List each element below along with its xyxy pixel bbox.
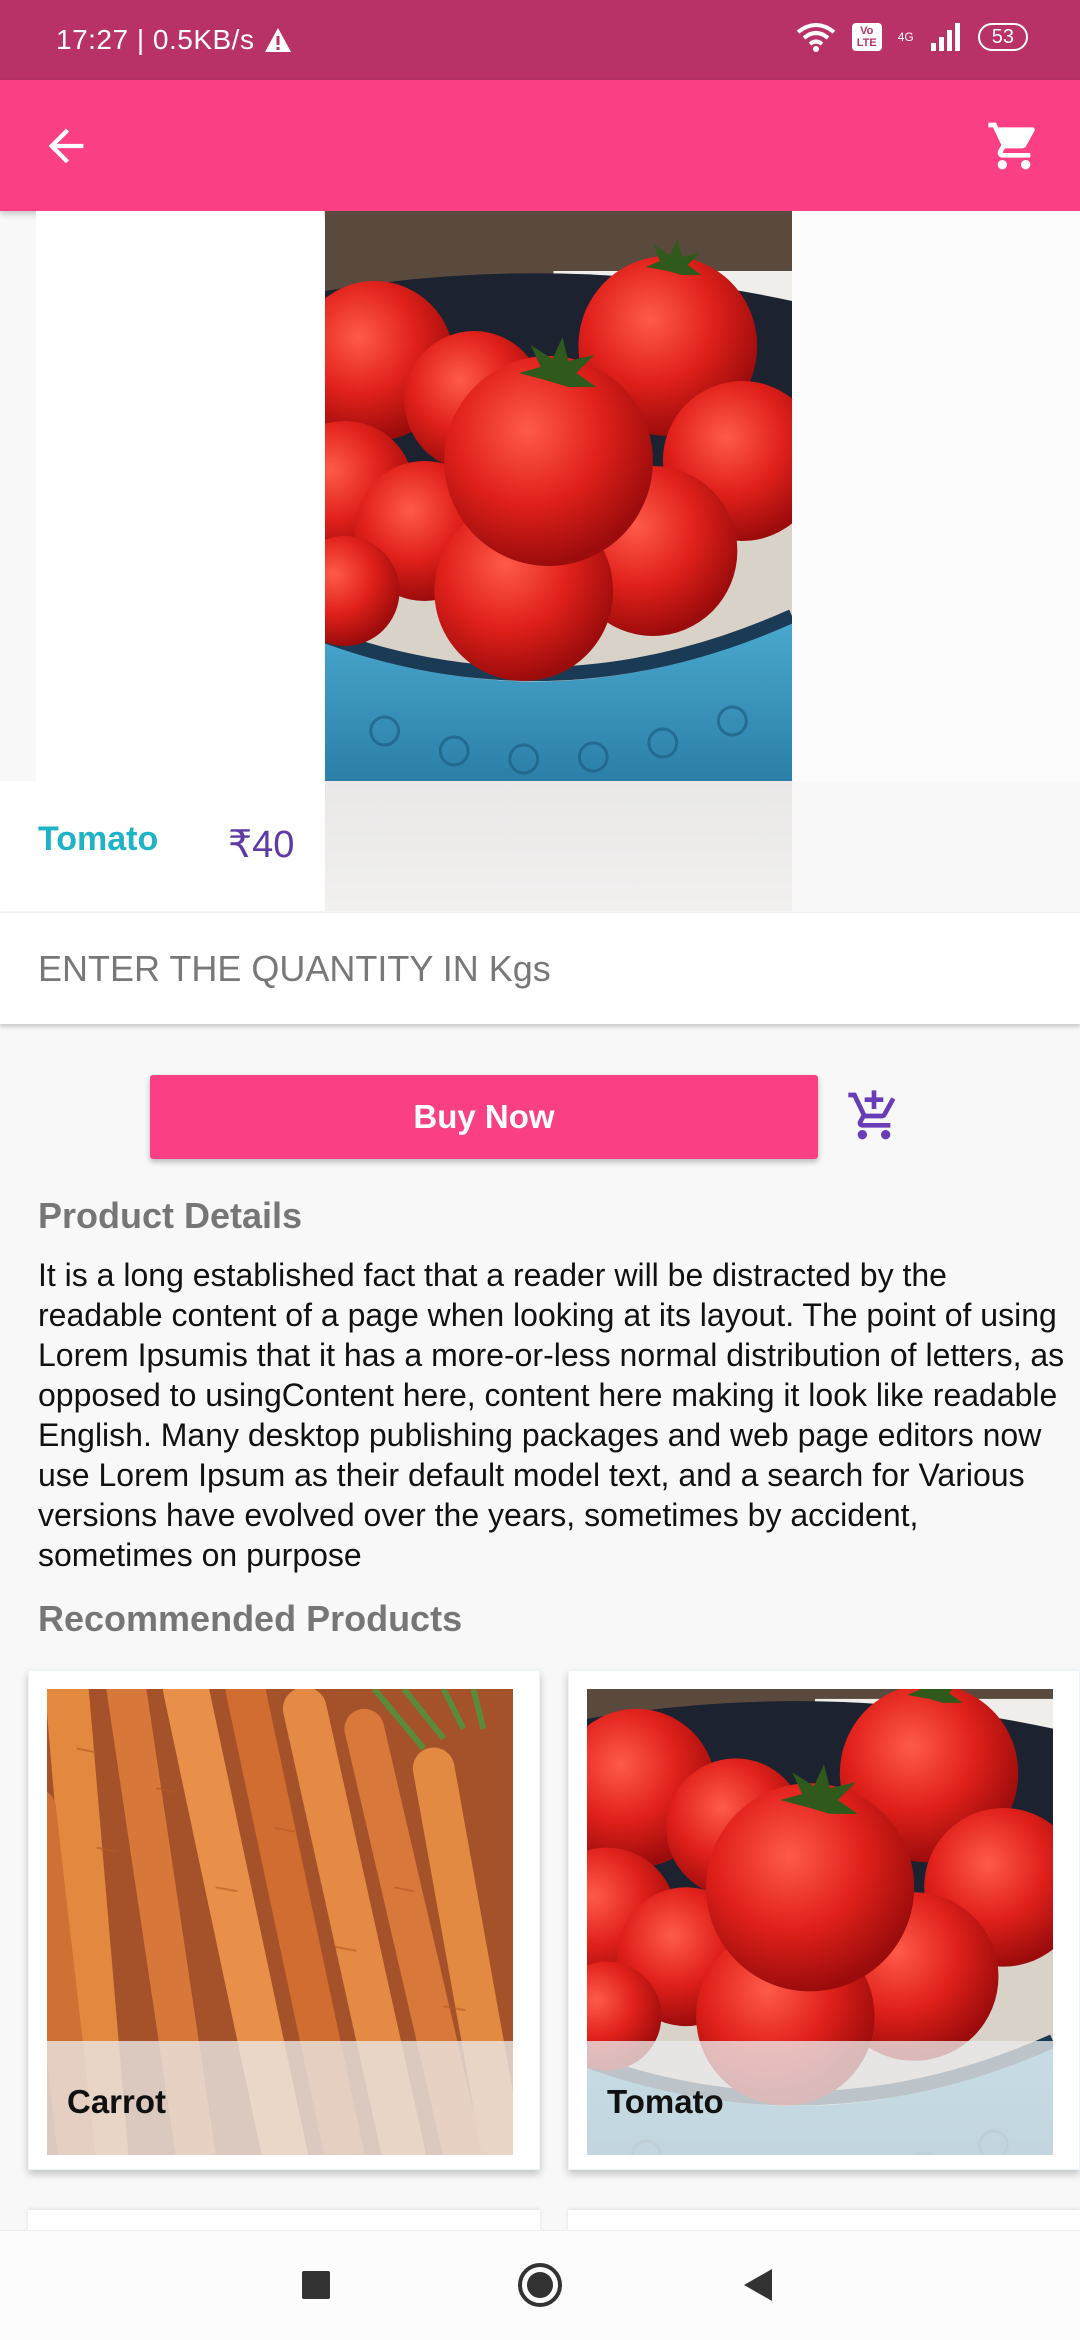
app-bar bbox=[0, 80, 1080, 211]
product-price: ₹40 bbox=[228, 824, 295, 866]
wifi-icon bbox=[796, 23, 835, 52]
quantity-field bbox=[0, 912, 1080, 1024]
hero-left-panel bbox=[36, 211, 324, 781]
hero-right-panel bbox=[792, 211, 1080, 781]
product-details-text: It is a long established fact that a rea… bbox=[38, 1257, 1065, 1573]
back-icon[interactable] bbox=[744, 2269, 772, 2301]
network-label: 4G bbox=[897, 30, 914, 44]
volte-badge: Vo LTE bbox=[851, 23, 882, 51]
add-shopping-cart-icon[interactable] bbox=[846, 1088, 902, 1144]
status-left: 17:27 | 0.5KB/s bbox=[56, 24, 292, 56]
signal-icon bbox=[930, 23, 960, 51]
status-bar: 17:27 | 0.5KB/s Vo LTE 4G 53 bbox=[0, 0, 1080, 80]
buy-now-button[interactable]: Buy Now bbox=[150, 1075, 818, 1159]
recommended-title: Recommended Products bbox=[38, 1598, 463, 1639]
status-right: Vo LTE 4G 53 bbox=[796, 22, 1028, 52]
product-name: Tomato bbox=[38, 820, 159, 858]
product-image-strip bbox=[325, 781, 792, 911]
system-nav-bar bbox=[0, 2230, 1080, 2340]
home-icon[interactable] bbox=[518, 2263, 562, 2307]
quantity-input[interactable] bbox=[38, 941, 1038, 997]
recommended-card-tomato[interactable]: Tomato bbox=[568, 1670, 1080, 2170]
product-details-title: Product Details bbox=[38, 1195, 303, 1236]
recents-icon[interactable] bbox=[302, 2271, 330, 2299]
card-label: Carrot bbox=[67, 2083, 167, 2120]
card-label: Tomato bbox=[607, 2083, 724, 2120]
warning-icon bbox=[265, 28, 292, 52]
status-time-speed: 17:27 | 0.5KB/s bbox=[56, 24, 255, 55]
shopping-cart-icon[interactable] bbox=[986, 118, 1042, 174]
battery-icon: 53 bbox=[977, 23, 1028, 51]
arrow-back-icon[interactable] bbox=[40, 120, 92, 172]
product-image bbox=[325, 211, 792, 781]
recommended-card-carrot[interactable]: Carrot bbox=[28, 1670, 540, 2170]
